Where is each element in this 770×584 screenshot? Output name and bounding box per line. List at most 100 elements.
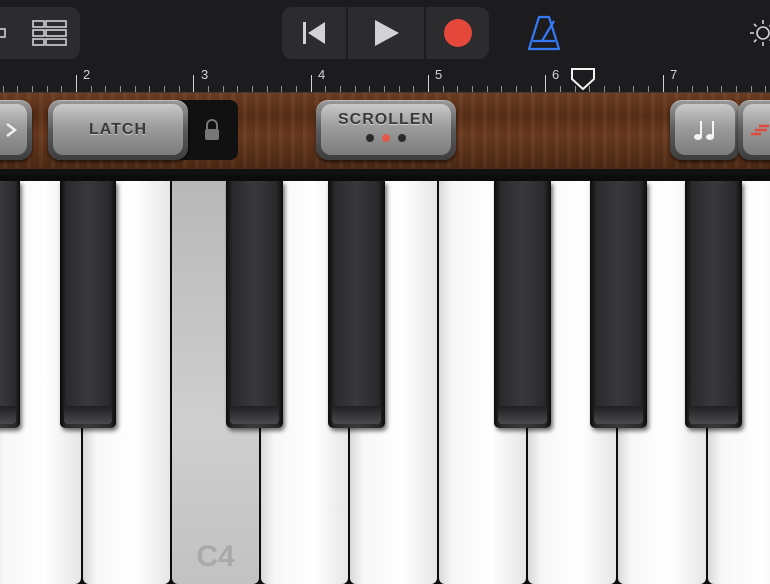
black-key[interactable]: [685, 181, 742, 428]
lock-icon: [203, 119, 221, 141]
octave-down-button[interactable]: [0, 100, 32, 160]
ruler-tick: [560, 86, 561, 92]
ruler-tick: [47, 86, 48, 92]
scroll-label: SCROLLEN: [338, 111, 434, 129]
ruler-tick: [91, 86, 92, 92]
ruler-tick: [428, 75, 429, 92]
latch-lock-button[interactable]: [194, 110, 230, 150]
bar-number: 3: [201, 67, 208, 82]
black-key[interactable]: [0, 181, 20, 428]
scroll-button[interactable]: SCROLLEN: [316, 100, 456, 160]
brightness-settings-icon: [748, 18, 770, 48]
ruler-tick: [443, 86, 444, 92]
scroll-indicator-dot: [382, 134, 390, 142]
black-key[interactable]: [494, 181, 551, 428]
ruler-tick: [325, 86, 326, 92]
bar-number: 7: [670, 67, 677, 82]
view-toggle-button[interactable]: [0, 7, 16, 59]
ruler-tick: [501, 86, 502, 92]
music-notes-icon: [690, 115, 720, 145]
record-button[interactable]: [426, 7, 489, 59]
settings-button[interactable]: [748, 14, 770, 52]
ruler-tick: [149, 86, 150, 92]
skip-back-icon: [300, 19, 328, 47]
ruler-tick: [765, 86, 766, 92]
ruler-tick: [663, 75, 664, 92]
ruler-tick: [677, 86, 678, 92]
c4-key-label: C4: [172, 540, 259, 574]
control-bar: [0, 0, 770, 66]
black-key[interactable]: [60, 181, 116, 428]
play-icon: [371, 18, 401, 48]
scroll-mode-indicators: [366, 134, 406, 142]
black-key[interactable]: [328, 181, 385, 428]
ruler-tick: [531, 86, 532, 92]
record-icon: [443, 18, 473, 48]
ruler-tick: [135, 86, 136, 92]
ruler-tick: [105, 86, 106, 92]
ruler-tick: [516, 86, 517, 92]
ruler-tick: [267, 86, 268, 92]
ruler-tick: [721, 86, 722, 92]
ruler-tick: [179, 86, 180, 92]
ruler-tick: [296, 86, 297, 92]
view-controls-group: [0, 7, 80, 59]
metronome-icon: [527, 15, 561, 51]
latch-button[interactable]: LATCH: [48, 100, 188, 160]
ruler-tick: [692, 86, 693, 92]
timeline-ruler[interactable]: 2 3 4 5 6 7: [0, 66, 770, 93]
bar-number: 5: [435, 67, 442, 82]
tracks-view-button[interactable]: [28, 7, 72, 59]
ruler-tick: [619, 86, 620, 92]
ruler-tick: [281, 86, 282, 92]
ruler-tick: [648, 86, 649, 92]
scroll-indicator-dot: [398, 134, 406, 142]
playhead-handle[interactable]: [570, 67, 596, 91]
metronome-button[interactable]: [522, 10, 566, 56]
ruler-tick: [237, 86, 238, 92]
ruler-tick: [545, 75, 546, 92]
ruler-tick: [413, 86, 414, 92]
ruler-tick: [32, 86, 33, 92]
bar-number: 6: [552, 67, 559, 82]
ruler-tick: [751, 86, 752, 92]
view-toggle-icon: [0, 26, 9, 40]
transport-group: [282, 7, 489, 59]
ruler-tick: [3, 86, 4, 92]
ruler-tick: [472, 86, 473, 92]
ruler-tick: [311, 75, 312, 92]
ruler-tick: [384, 86, 385, 92]
ruler-tick: [399, 86, 400, 92]
ruler-tick: [208, 86, 209, 92]
chord-strips-button[interactable]: [670, 100, 740, 160]
ruler-tick: [193, 75, 194, 92]
ruler-tick: [369, 86, 370, 92]
ruler-tick: [736, 86, 737, 92]
black-key[interactable]: [226, 181, 283, 428]
rewind-button[interactable]: [282, 7, 348, 59]
ruler-tick: [61, 86, 62, 92]
scroll-indicator-dot: [366, 134, 374, 142]
bar-number: 2: [83, 67, 90, 82]
piano-keyboard: C4: [0, 169, 770, 584]
ruler-tick: [164, 86, 165, 92]
ruler-tick: [633, 86, 634, 92]
latch-label: LATCH: [53, 104, 183, 155]
chevron-left-icon: [3, 121, 21, 139]
bar-number: 4: [318, 67, 325, 82]
play-button[interactable]: [348, 7, 426, 59]
black-key[interactable]: [590, 181, 647, 428]
ruler-tick: [340, 86, 341, 92]
ruler-tick: [487, 86, 488, 92]
ruler-tick: [707, 86, 708, 92]
ruler-tick: [17, 86, 18, 92]
ruler-tick: [457, 86, 458, 92]
ruler-tick: [355, 86, 356, 92]
ruler-tick: [76, 75, 77, 92]
ruler-tick: [223, 86, 224, 92]
arpeggiator-button[interactable]: [738, 100, 770, 160]
arpeggiator-icon: [747, 119, 769, 141]
ruler-tick: [120, 86, 121, 92]
ruler-tick: [604, 86, 605, 92]
ruler-tick: [252, 86, 253, 92]
